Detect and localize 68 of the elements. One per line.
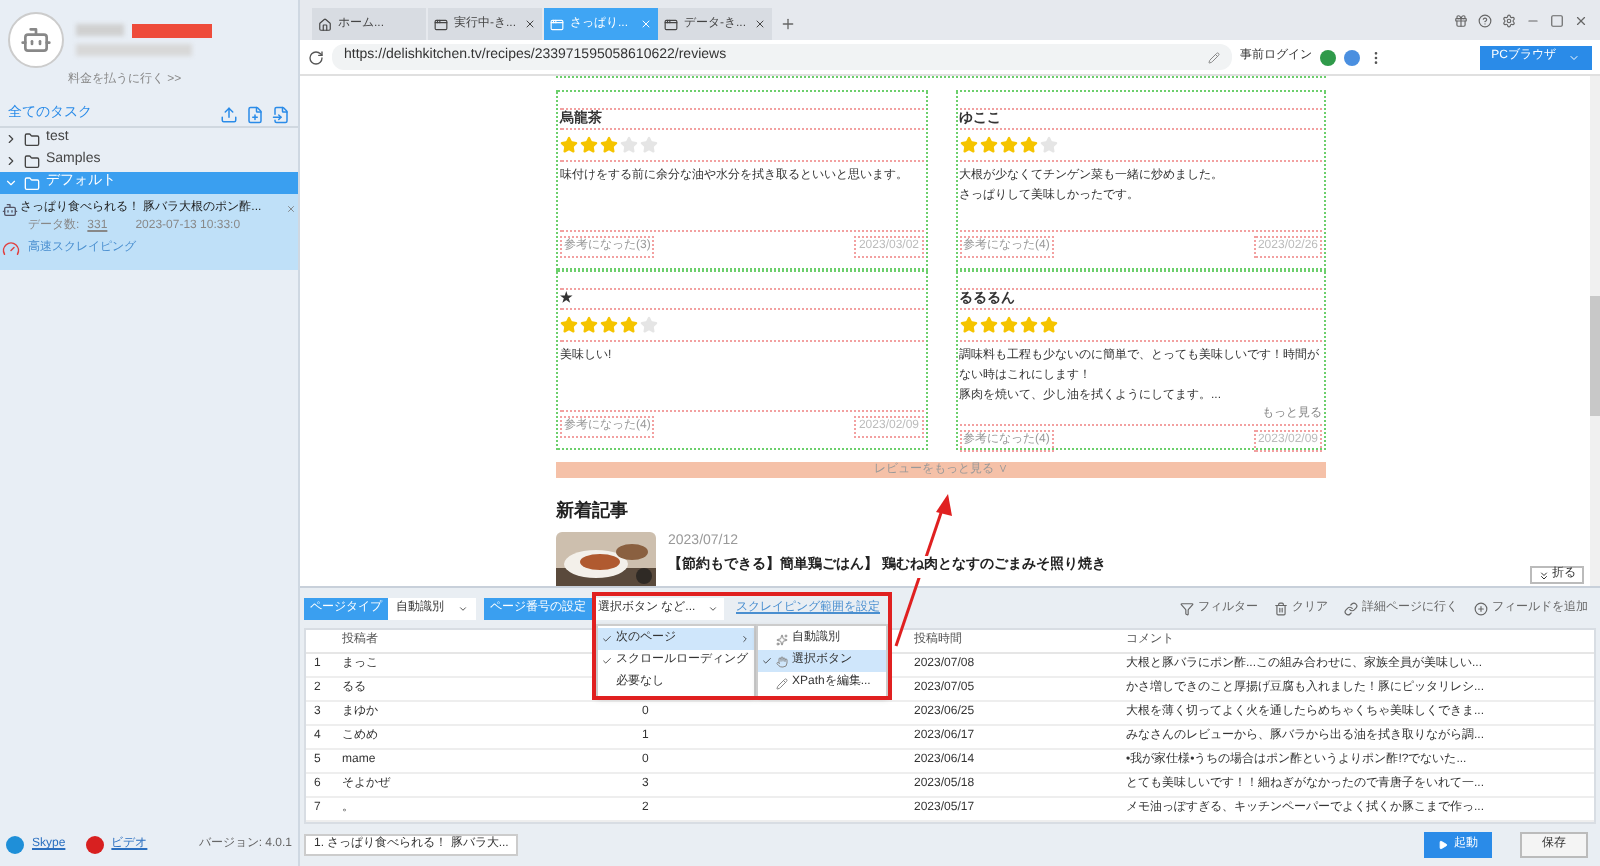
skype-icon	[6, 836, 24, 854]
user-icon[interactable]	[1344, 49, 1360, 65]
star-icon	[959, 316, 977, 334]
star-icon	[640, 136, 658, 154]
star-icon	[1019, 316, 1037, 334]
close-icon[interactable]	[754, 18, 766, 30]
maximize-icon[interactable]	[1550, 14, 1564, 28]
play-icon	[1438, 840, 1448, 850]
extension-icon[interactable]	[1320, 49, 1336, 65]
star-icon	[1019, 136, 1037, 154]
help-icon[interactable]	[1478, 14, 1492, 28]
section-heading: 新着記事	[556, 498, 628, 524]
folder-icon	[24, 175, 40, 191]
star-icon	[560, 136, 578, 154]
window-icon	[664, 17, 678, 31]
pencil-icon	[776, 677, 788, 689]
link-icon	[1344, 601, 1358, 615]
caret-icon	[708, 603, 718, 613]
star-icon	[580, 136, 598, 154]
star-icon	[1039, 136, 1057, 154]
check-icon	[602, 656, 612, 666]
minimize-icon[interactable]	[1526, 14, 1540, 28]
star-icon	[640, 316, 658, 334]
star-icon	[979, 136, 997, 154]
caret-icon	[1568, 51, 1580, 63]
sparkle-icon	[776, 633, 788, 645]
star-icon	[999, 316, 1017, 334]
star-icon	[1039, 316, 1057, 334]
avatar[interactable]	[8, 12, 64, 68]
window-icon	[434, 17, 448, 31]
edit-icon	[1208, 51, 1220, 63]
file-icon[interactable]	[272, 106, 290, 124]
close-icon[interactable]	[524, 18, 536, 30]
chevrons-icon	[1538, 569, 1550, 581]
folder-icon	[24, 131, 40, 147]
plus-icon	[1474, 601, 1488, 615]
check-icon	[762, 656, 772, 666]
star-icon	[600, 136, 618, 154]
chevron-icon	[740, 634, 750, 644]
star-icon	[620, 316, 638, 334]
robot-icon	[20, 24, 52, 56]
caret-icon	[458, 603, 468, 613]
reload-icon[interactable]	[308, 49, 324, 65]
blurred-account-info	[76, 24, 212, 56]
gauge-icon	[2, 240, 20, 258]
close-icon[interactable]	[1574, 14, 1588, 28]
star-icon	[959, 136, 977, 154]
star-icon	[600, 316, 618, 334]
robot-icon	[2, 201, 18, 217]
hand-icon	[776, 655, 788, 667]
trash-icon	[1274, 601, 1288, 615]
settings-icon[interactable]	[1502, 14, 1516, 28]
star-icon	[560, 316, 578, 334]
filter-icon	[1180, 601, 1194, 615]
gift-icon[interactable]	[1454, 14, 1468, 28]
new-tab-icon[interactable]	[780, 16, 796, 32]
star-icon	[979, 316, 997, 334]
folder-icon	[24, 153, 40, 169]
scrollbar-thumb[interactable]	[1590, 296, 1600, 416]
star-icon	[580, 316, 598, 334]
home-icon	[318, 17, 332, 31]
star-icon	[620, 136, 638, 154]
new-file-icon[interactable]	[246, 106, 264, 124]
video-icon	[85, 836, 104, 854]
star-icon	[999, 136, 1017, 154]
window-icon	[550, 17, 564, 31]
check-icon	[602, 634, 612, 644]
import-icon[interactable]	[220, 106, 238, 124]
